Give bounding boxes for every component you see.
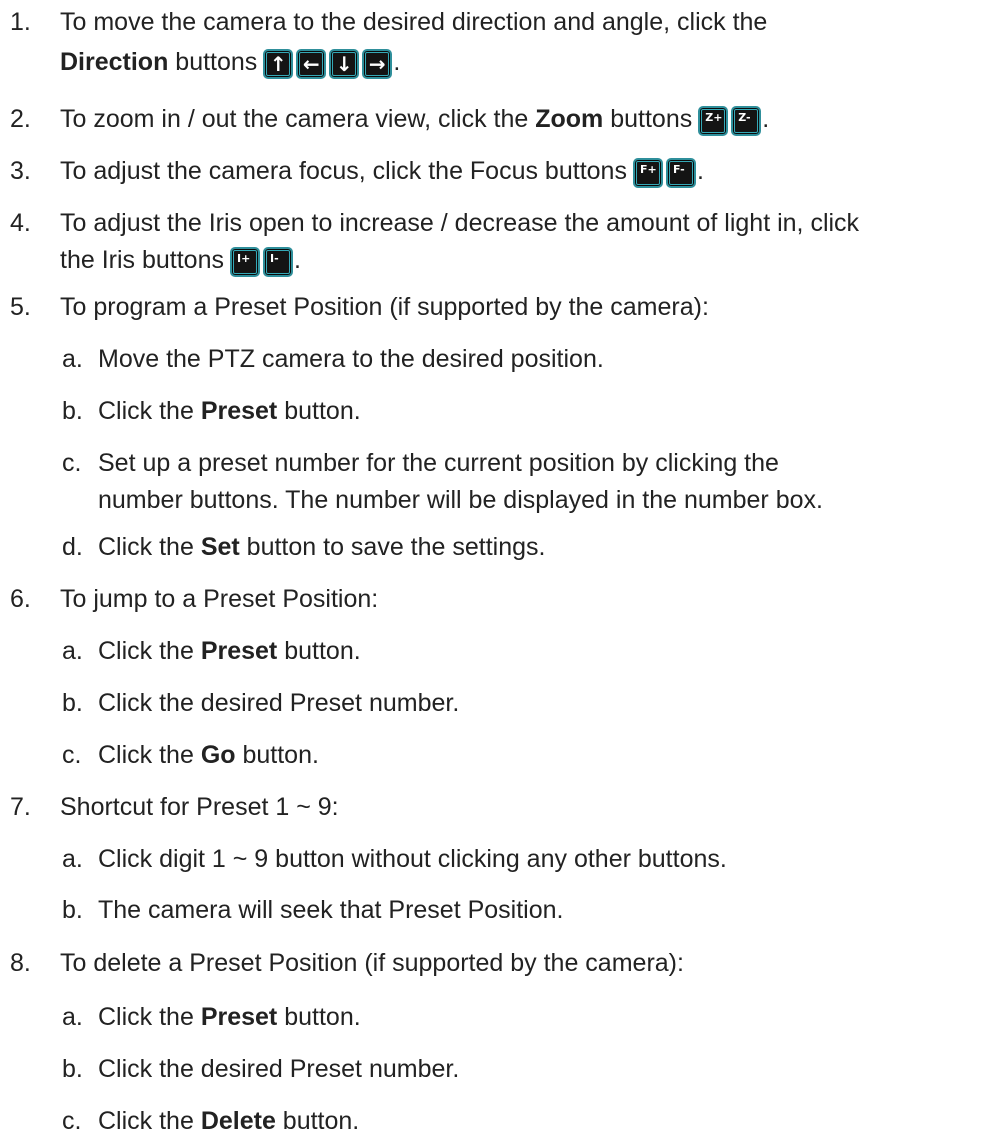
substep-letter: a.: [62, 845, 83, 873]
step-text-continued: Direction buttons ↑ ← ↓ →.: [60, 45, 400, 79]
direction-label: Direction: [60, 48, 169, 76]
go-label: Go: [200, 741, 236, 769]
step-text: To move the camera to the desired direct…: [60, 8, 768, 36]
zoom-out-icon: Z-: [731, 106, 762, 136]
substep-letter: a.: [62, 345, 83, 373]
substep-text: Set up a preset number for the current p…: [98, 449, 779, 477]
step-number: 6.: [10, 585, 31, 613]
arrow-down-icon: ↓: [329, 49, 360, 79]
step-number: 7.: [10, 793, 31, 821]
zoom-buttons-group: Z+ Z-: [698, 106, 764, 136]
arrow-up-icon: ↑: [263, 49, 294, 79]
arrow-left-icon: ←: [296, 49, 327, 79]
substep-text: Click the Preset button.: [98, 637, 361, 665]
substep-text: Click the Delete button.: [98, 1107, 360, 1135]
preset-label: Preset: [200, 397, 278, 425]
period: .: [393, 48, 401, 76]
step-number: 3.: [10, 157, 31, 185]
substep-text: Move the PTZ camera to the desired posit…: [98, 345, 604, 373]
step-text: To adjust the camera focus, click the Fo…: [60, 154, 704, 188]
iris-buttons-group: I+ I-: [229, 247, 296, 277]
set-label: Set: [200, 533, 240, 561]
focus-minus-icon: F-: [665, 158, 696, 188]
substep-letter: c.: [62, 1107, 82, 1135]
step-number: 2.: [10, 105, 31, 133]
substep-text: The camera will seek that Preset Positio…: [98, 896, 564, 924]
step-text: To delete a Preset Position (if supporte…: [60, 949, 684, 977]
step-text: Shortcut for Preset 1 ~ 9:: [60, 793, 339, 821]
period: .: [762, 105, 770, 133]
step-text: To zoom in / out the camera view, click …: [60, 102, 769, 136]
substep-text: Click the desired Preset number.: [98, 689, 460, 717]
substep-letter: c.: [62, 449, 82, 477]
substep-letter: a.: [62, 1003, 83, 1031]
buttons-word: buttons: [168, 48, 258, 76]
zoom-in-icon: Z+: [698, 106, 729, 136]
period: .: [293, 246, 301, 274]
arrow-right-icon: →: [362, 49, 393, 79]
substep-text: Click the Set button to save the setting…: [98, 533, 546, 561]
step-number: 4.: [10, 209, 31, 237]
substep-letter: b.: [62, 689, 83, 717]
step-number: 5.: [10, 293, 31, 321]
substep-text: Click the Go button.: [98, 741, 319, 769]
preset-label: Preset: [200, 637, 278, 665]
substep-letter: b.: [62, 1055, 83, 1083]
substep-letter: d.: [62, 533, 83, 561]
substep-letter: c.: [62, 741, 82, 769]
focus-buttons-group: F+ F-: [632, 158, 699, 188]
step-text: To program a Preset Position (if support…: [60, 293, 709, 321]
iris-close-icon: I-: [262, 247, 293, 277]
substep-text-continued: number buttons. The number will be displ…: [98, 486, 823, 514]
preset-label: Preset: [200, 1003, 278, 1031]
step-number: 1.: [10, 8, 31, 36]
period: .: [696, 157, 704, 185]
instruction-document: 1. To move the camera to the desired dir…: [0, 0, 1005, 1147]
step-number: 8.: [10, 949, 31, 977]
substep-text: Click the Preset button.: [98, 397, 361, 425]
substep-text: Click the desired Preset number.: [98, 1055, 460, 1083]
substep-text: Click digit 1 ~ 9 button without clickin…: [98, 845, 727, 873]
substep-letter: b.: [62, 896, 83, 924]
delete-label: Delete: [200, 1107, 276, 1135]
zoom-label: Zoom: [535, 105, 604, 133]
step-text: To jump to a Preset Position:: [60, 585, 379, 613]
step-text-continued: the Iris buttons I+ I-.: [60, 243, 301, 277]
substep-letter: a.: [62, 637, 83, 665]
direction-buttons-group: ↑ ← ↓ →: [263, 49, 395, 79]
focus-plus-icon: F+: [632, 158, 663, 188]
substep-text: Click the Preset button.: [98, 1003, 361, 1031]
iris-open-icon: I+: [229, 247, 260, 277]
substep-letter: b.: [62, 397, 83, 425]
step-text: To adjust the Iris open to increase / de…: [60, 209, 860, 237]
